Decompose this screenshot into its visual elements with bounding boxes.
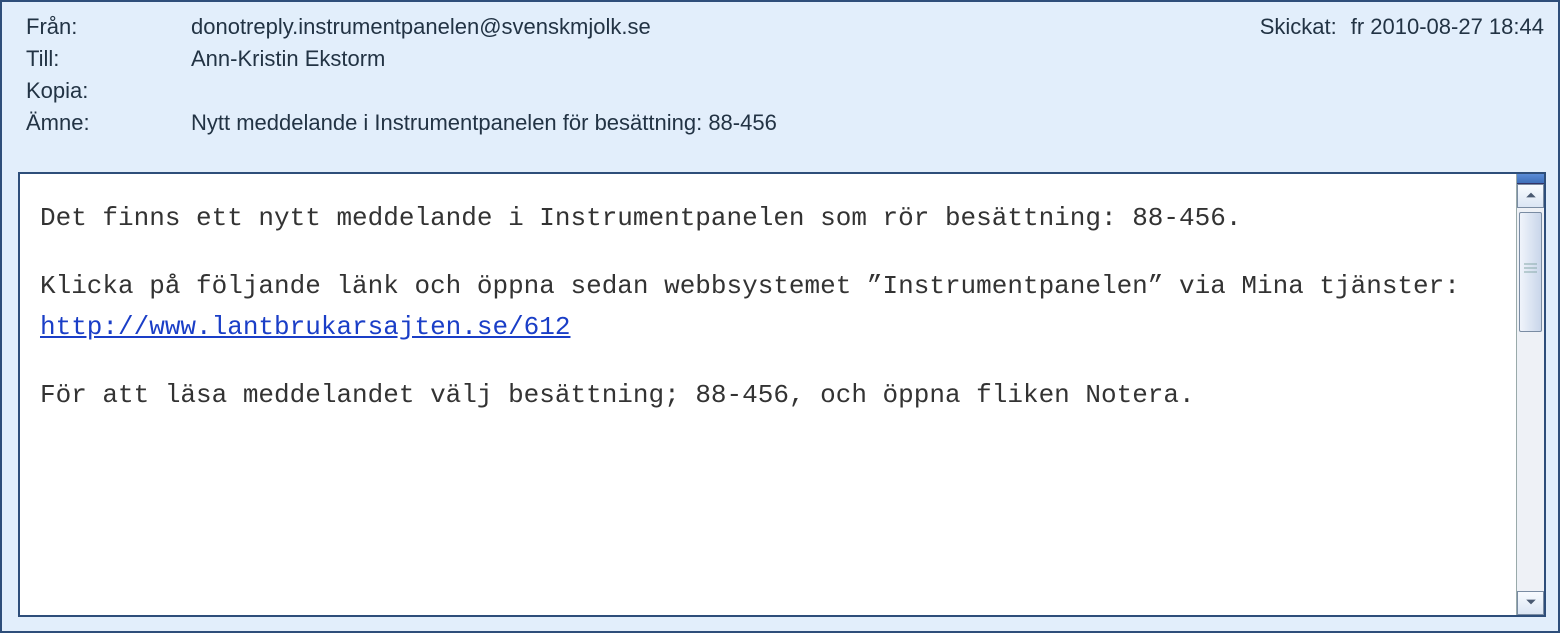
header-row-cc: Kopia: bbox=[26, 78, 1544, 104]
body-p1-a: Det finns ett nytt meddelande i Instrume… bbox=[40, 203, 1132, 233]
email-window: Från: donotreply.instrumentpanelen@svens… bbox=[0, 0, 1560, 633]
chevron-up-icon bbox=[1525, 189, 1537, 204]
scrollbar-thumb[interactable] bbox=[1519, 212, 1542, 332]
email-body: Det finns ett nytt meddelande i Instrume… bbox=[20, 174, 1516, 615]
body-paragraph-1: Det finns ett nytt meddelande i Instrume… bbox=[40, 198, 1506, 238]
to-value: Ann-Kristin Ekstorm bbox=[191, 46, 1544, 72]
body-p2-a: Klicka på följande länk och öppna sedan … bbox=[40, 271, 1460, 301]
header-row-subject: Ämne: Nytt meddelande i Instrumentpanele… bbox=[26, 110, 1544, 136]
header-row-to: Till: Ann-Kristin Ekstorm bbox=[26, 46, 1544, 72]
body-p3-c: , och öppna fliken Notera. bbox=[789, 380, 1195, 410]
email-header: Från: donotreply.instrumentpanelen@svens… bbox=[2, 2, 1558, 152]
body-p1-c: . bbox=[1226, 203, 1242, 233]
scroll-up-button[interactable] bbox=[1517, 184, 1544, 208]
body-paragraph-2: Klicka på följande länk och öppna sedan … bbox=[40, 266, 1506, 347]
body-p1-id: 88-456 bbox=[1132, 203, 1226, 233]
body-p3-id: 88-456 bbox=[695, 380, 789, 410]
scroll-down-button[interactable] bbox=[1517, 591, 1544, 615]
sent-label: Skickat: bbox=[1260, 14, 1337, 40]
email-body-frame: Det finns ett nytt meddelande i Instrume… bbox=[18, 172, 1546, 617]
subject-label: Ämne: bbox=[26, 110, 191, 136]
header-row-from: Från: donotreply.instrumentpanelen@svens… bbox=[26, 14, 1544, 40]
subject-id: 88-456 bbox=[708, 110, 777, 135]
scrollbar-cap bbox=[1517, 174, 1544, 184]
vertical-scrollbar[interactable] bbox=[1516, 174, 1544, 615]
to-label: Till: bbox=[26, 46, 191, 72]
body-p3-a: För att läsa meddelandet välj besättning… bbox=[40, 380, 695, 410]
subject-value: Nytt meddelande i Instrumentpanelen för … bbox=[191, 110, 1544, 136]
body-paragraph-3: För att läsa meddelandet välj besättning… bbox=[40, 375, 1506, 415]
chevron-down-icon bbox=[1525, 596, 1537, 611]
scrollbar-grip-icon bbox=[1524, 263, 1537, 277]
from-value: donotreply.instrumentpanelen@svenskmjolk… bbox=[191, 14, 1260, 40]
scrollbar-track[interactable] bbox=[1517, 208, 1544, 591]
body-link[interactable]: http://www.lantbrukarsajten.se/612 bbox=[40, 312, 571, 342]
sent-value: fr 2010-08-27 18:44 bbox=[1351, 14, 1544, 40]
from-label: Från: bbox=[26, 14, 191, 40]
sent-block: Skickat: fr 2010-08-27 18:44 bbox=[1260, 14, 1544, 40]
cc-label: Kopia: bbox=[26, 78, 191, 104]
subject-text: Nytt meddelande i Instrumentpanelen för … bbox=[191, 110, 708, 135]
